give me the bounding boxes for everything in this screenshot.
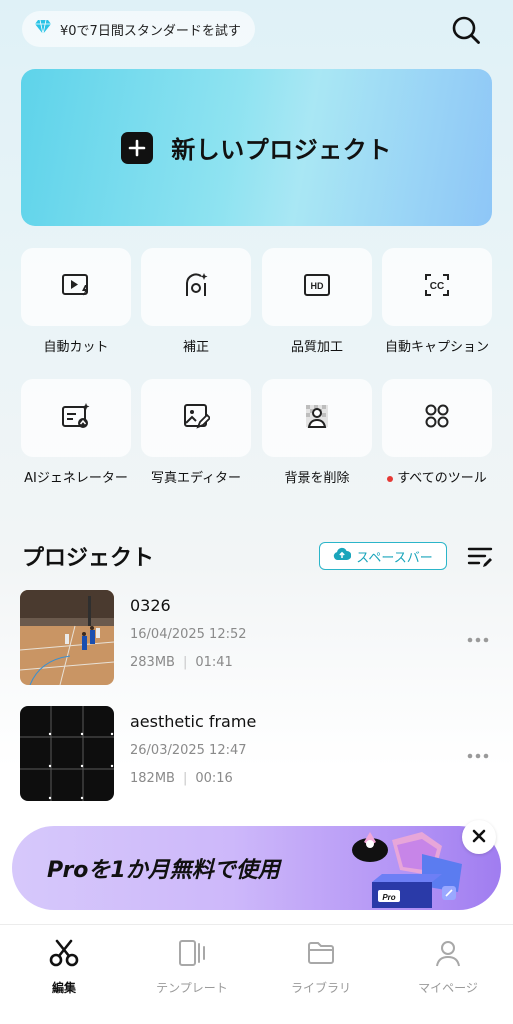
promo-label: Proを1か月無料で使用 bbox=[47, 858, 280, 883]
plus-icon bbox=[121, 131, 154, 164]
project-duration: 00:16 bbox=[195, 771, 233, 786]
tool-label: 品質加工 bbox=[290, 340, 343, 355]
close-icon bbox=[472, 828, 486, 847]
more-horizontal-icon bbox=[466, 746, 490, 765]
project-size: 283MB bbox=[130, 655, 175, 670]
nav-edit[interactable]: 編集 bbox=[9, 939, 119, 996]
project-name: 0326 bbox=[130, 596, 171, 615]
project-date: 16/04/2025 12:52 bbox=[130, 627, 247, 642]
trial-label: ¥0で7日間スタンダードを試す bbox=[60, 23, 241, 39]
svg-text:HD: HD bbox=[311, 281, 324, 291]
ai-generator-icon bbox=[61, 402, 91, 434]
new-project-button[interactable]: 新しいプロジェクト bbox=[21, 69, 492, 226]
tool-all-tools[interactable]: すべてのツール bbox=[382, 379, 492, 486]
search-icon bbox=[450, 16, 482, 50]
trial-banner[interactable]: ¥0で7日間スタンダードを試す bbox=[22, 11, 255, 47]
project-date: 26/03/2025 12:47 bbox=[130, 743, 247, 758]
new-project-label: 新しいプロジェクト bbox=[171, 136, 392, 164]
storage-space-button[interactable]: スペースバー bbox=[319, 542, 447, 570]
nav-templates[interactable]: テンプレート bbox=[137, 939, 247, 996]
tool-label: 補正 bbox=[182, 340, 209, 355]
folder-icon bbox=[306, 940, 336, 970]
tool-photo-editor[interactable]: 写真エディター bbox=[141, 379, 251, 486]
tool-label: 自動キャプション bbox=[384, 340, 489, 355]
tool-enhance[interactable]: 補正 bbox=[141, 248, 251, 355]
tool-label: すべてのツール bbox=[397, 471, 487, 486]
notification-dot bbox=[387, 475, 394, 482]
template-icon bbox=[176, 939, 208, 971]
meta-divider: | bbox=[182, 771, 188, 786]
storage-space-label: スペースバー bbox=[356, 550, 433, 566]
project-name: aesthetic frame bbox=[130, 712, 257, 731]
more-options-button[interactable] bbox=[466, 630, 490, 643]
pro-promo-banner[interactable]: Proを1か月無料で使用 Pro bbox=[12, 826, 501, 910]
nav-library[interactable]: ライブラリ bbox=[266, 939, 376, 996]
project-size: 182MB bbox=[130, 771, 175, 786]
all-tools-icon bbox=[423, 402, 451, 434]
sort-button[interactable] bbox=[466, 544, 494, 570]
tool-label: 写真エディター bbox=[150, 471, 242, 486]
nav-label: マイページ bbox=[418, 981, 478, 995]
project-thumbnail bbox=[20, 590, 114, 685]
diamond-icon bbox=[34, 19, 52, 39]
tool-ai-generator[interactable]: AIジェネレーター bbox=[21, 379, 131, 486]
nav-label: テンプレート bbox=[156, 981, 228, 995]
tool-label: 背景を削除 bbox=[284, 471, 350, 486]
caption-icon: CC bbox=[423, 272, 451, 302]
tool-auto-cut[interactable]: 自動カット bbox=[21, 248, 131, 355]
auto-cut-icon bbox=[61, 272, 91, 302]
tool-label: 自動カット bbox=[43, 340, 109, 355]
tool-label-all: すべてのツール bbox=[382, 467, 492, 486]
meta-divider: | bbox=[182, 655, 188, 670]
promo-badge: Pro bbox=[382, 893, 395, 902]
svg-text:CC: CC bbox=[430, 281, 444, 292]
project-meta: 182MB | 00:16 bbox=[130, 771, 233, 786]
project-meta: 283MB | 01:41 bbox=[130, 655, 233, 670]
tool-remove-background[interactable]: 背景を削除 bbox=[262, 379, 372, 486]
promo-close-button[interactable] bbox=[462, 820, 496, 854]
remove-background-icon bbox=[303, 402, 331, 434]
more-options-button[interactable] bbox=[466, 746, 490, 759]
scissors-icon bbox=[49, 939, 79, 971]
bottom-navigation: 編集 テンプレート ライブラリ マイページ bbox=[0, 924, 513, 1024]
projects-title: プロジェクト bbox=[22, 546, 155, 571]
tool-label: AIジェネレーター bbox=[24, 471, 128, 486]
photo-editor-icon bbox=[182, 402, 212, 434]
nav-label: 編集 bbox=[51, 981, 76, 995]
cloud-upload-icon bbox=[333, 547, 352, 565]
project-item[interactable]: 0326 16/04/2025 12:52 283MB | 01:41 bbox=[20, 590, 494, 685]
project-item[interactable]: aesthetic frame 26/03/2025 12:47 182MB |… bbox=[20, 706, 494, 801]
profile-icon bbox=[434, 939, 462, 971]
tool-quality[interactable]: HD 品質加工 bbox=[262, 248, 372, 355]
promo-gift-illustration: Pro bbox=[342, 820, 472, 910]
tool-auto-caption[interactable]: CC 自動キャプション bbox=[382, 248, 492, 355]
project-thumbnail bbox=[20, 706, 114, 801]
hd-icon: HD bbox=[303, 273, 331, 301]
search-button[interactable] bbox=[450, 14, 482, 46]
enhance-icon bbox=[182, 271, 210, 303]
more-horizontal-icon bbox=[466, 630, 490, 649]
sort-list-icon bbox=[466, 547, 494, 574]
nav-my-page[interactable]: マイページ bbox=[393, 939, 503, 996]
nav-label: ライブラリ bbox=[290, 981, 351, 995]
project-duration: 01:41 bbox=[195, 655, 233, 670]
